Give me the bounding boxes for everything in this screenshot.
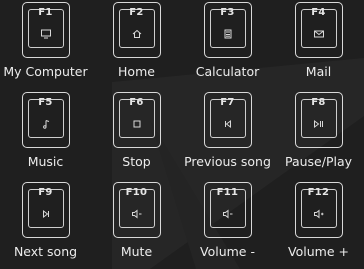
fn-label: F6: [129, 97, 144, 108]
keycap[interactable]: F1: [21, 2, 70, 58]
keycap[interactable]: F8: [294, 92, 343, 148]
volume-down-icon: [222, 209, 232, 219]
monitor-icon: [40, 29, 51, 39]
key-f5[interactable]: F5 Music: [0, 90, 91, 179]
key-caption: Pause/Play: [284, 154, 353, 169]
keycap[interactable]: F11: [203, 182, 252, 238]
keycap[interactable]: F6: [112, 92, 161, 148]
stop-icon: [133, 120, 140, 128]
fn-label: F3: [220, 7, 235, 18]
keycap[interactable]: F7: [203, 92, 252, 148]
volume-up-icon: [313, 209, 323, 219]
fn-label: F5: [38, 97, 53, 108]
keycap[interactable]: F12: [294, 182, 343, 238]
play-pause-icon: [313, 120, 323, 128]
next-track-icon: [42, 210, 49, 218]
key-f7[interactable]: F7 Previous song: [182, 90, 273, 179]
key-f10[interactable]: F10 Mute: [91, 180, 182, 269]
fn-label: F2: [129, 7, 144, 18]
keycap[interactable]: F9: [21, 182, 70, 238]
fn-label: F8: [311, 97, 326, 108]
fn-label: F4: [311, 7, 326, 18]
key-caption: Mail: [305, 64, 332, 79]
function-key-grid: F1 My Computer F2 Home F3 Calculator F4 …: [0, 0, 364, 269]
keycap[interactable]: F10: [112, 182, 161, 238]
keycap[interactable]: F3: [203, 2, 252, 58]
key-f4[interactable]: F4 Mail: [273, 0, 364, 89]
home-icon: [132, 29, 141, 38]
music-note-icon: [42, 120, 49, 129]
key-f1[interactable]: F1 My Computer: [0, 0, 91, 89]
key-f9[interactable]: F9 Next song: [0, 180, 91, 269]
fn-label: F1: [38, 7, 53, 18]
key-f8[interactable]: F8 Pause/Play: [273, 90, 364, 179]
keycap[interactable]: F5: [21, 92, 70, 148]
key-f2[interactable]: F2 Home: [91, 0, 182, 89]
fn-label: F7: [220, 97, 235, 108]
key-f11[interactable]: F11 Volume -: [182, 180, 273, 269]
previous-track-icon: [224, 120, 231, 128]
mail-icon: [313, 30, 324, 38]
key-f6[interactable]: F6 Stop: [91, 90, 182, 179]
key-f12[interactable]: F12 Volume +: [273, 180, 364, 269]
fn-label: F12: [307, 187, 330, 198]
fn-label: F11: [216, 187, 239, 198]
keycap[interactable]: F2: [112, 2, 161, 58]
calculator-icon: [224, 29, 231, 39]
key-f3[interactable]: F3 Calculator: [182, 0, 273, 89]
fn-label: F9: [38, 187, 53, 198]
keycap[interactable]: F4: [294, 2, 343, 58]
fn-label: F10: [125, 187, 148, 198]
mute-icon: [131, 209, 141, 219]
key-caption: Volume +: [288, 244, 349, 259]
